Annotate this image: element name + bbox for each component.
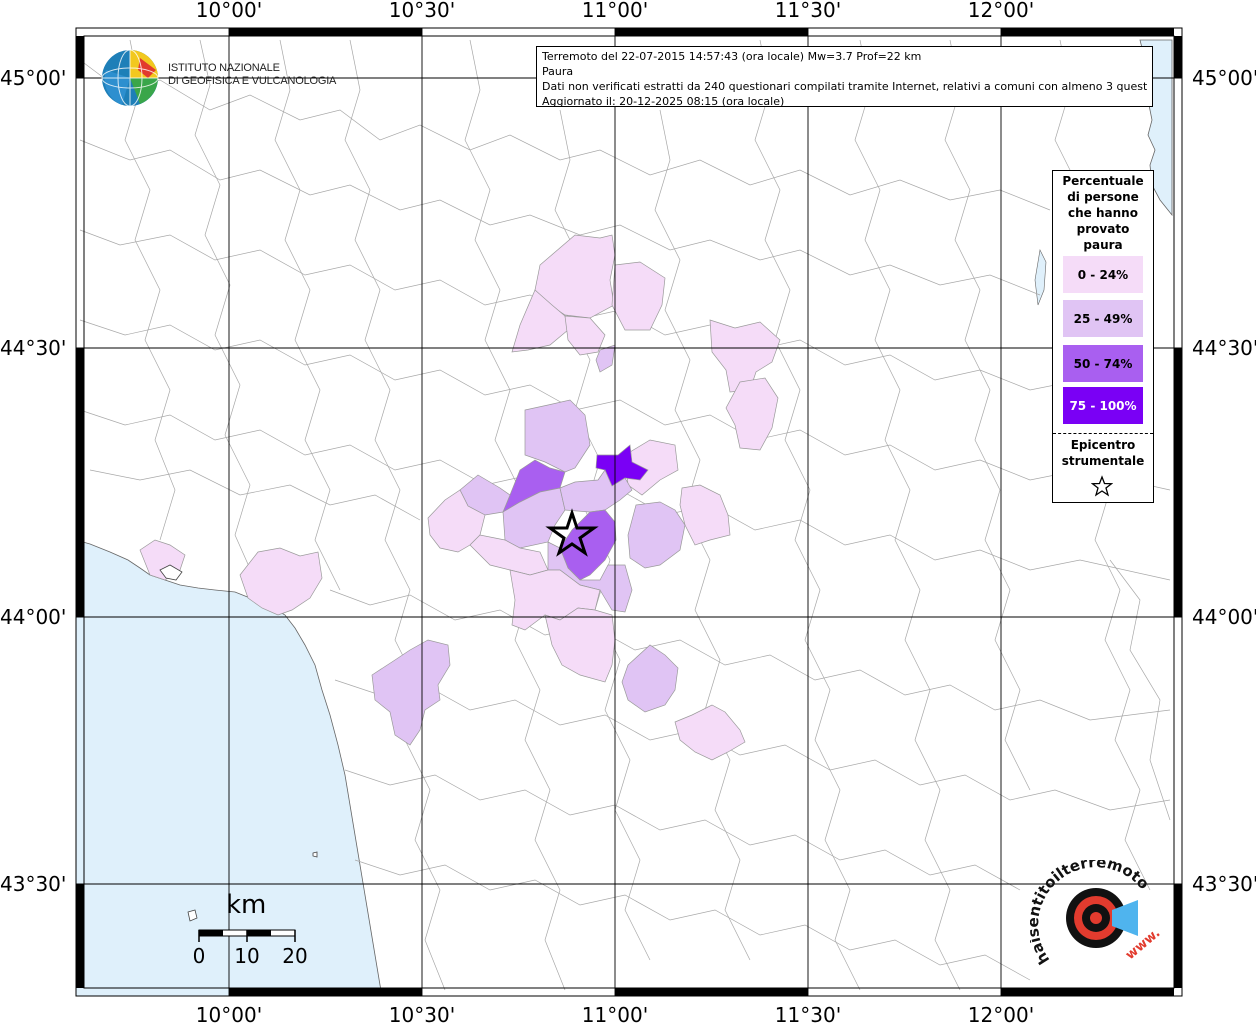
lon-label-top: 11°00' <box>581 0 649 22</box>
lat-label-left: 44°00' <box>0 605 67 629</box>
legend-class-label: 75 - 100% <box>1069 398 1137 413</box>
legend-title: Percentuale di persone che hanno provato… <box>1062 174 1144 252</box>
legend-class-3: 75 - 100% <box>1063 387 1143 424</box>
legend: Percentuale di persone che hanno provato… <box>1052 170 1154 503</box>
event-title: Terremoto del 22-07-2015 14:57:43 (ora l… <box>542 50 922 63</box>
scale-tick-label: 0 <box>192 944 206 968</box>
scale-tick-label: 20 <box>282 944 308 968</box>
lon-label-bottom: 10°00' <box>195 1003 263 1027</box>
institution-line: DI GEOFISICA E VULCANOLOGIA <box>168 75 337 87</box>
lon-label-top: 11°30' <box>774 0 842 22</box>
legend-class-label: 50 - 74% <box>1073 356 1133 371</box>
lon-label-top: 10°00' <box>195 0 263 22</box>
scale-tick-label: 10 <box>234 944 260 968</box>
institution-line: ISTITUTO NAZIONALE <box>168 62 280 74</box>
lat-label-right: 44°30' <box>1192 336 1256 360</box>
lat-label-right: 45°00' <box>1192 66 1256 90</box>
event-info-box: Terremoto del 22-07-2015 14:57:43 (ora l… <box>536 46 1153 108</box>
legend-divider <box>1053 433 1153 434</box>
lon-label-bottom: 10°30' <box>388 1003 456 1027</box>
legend-class-label: 25 - 49% <box>1073 311 1133 326</box>
seismograph-target-icon: haisentitoilterremoto.it www. <box>1030 860 1163 968</box>
lon-label-bottom: 11°00' <box>581 1003 649 1027</box>
legend-class-0: 0 - 24% <box>1063 256 1143 293</box>
legend-class-1: 25 - 49% <box>1063 300 1143 337</box>
lon-label-bottom: 12°00' <box>967 1003 1035 1027</box>
lat-label-left: 45°00' <box>0 66 67 90</box>
lat-label-left: 43°30' <box>0 872 67 896</box>
lat-label-right: 43°30' <box>1192 872 1256 896</box>
lat-label-left: 44°30' <box>0 336 67 360</box>
legend-class-label: 0 - 24% <box>1077 267 1129 282</box>
lon-label-bottom: 11°30' <box>774 1003 842 1027</box>
event-parameter: Paura <box>542 65 574 78</box>
event-data-note: Dati non verificati estratti da 240 ques… <box>542 80 1147 93</box>
legend-class-2: 50 - 74% <box>1063 345 1143 382</box>
institution-name: ISTITUTO NAZIONALE DI GEOFISICA E VULCAN… <box>168 62 336 88</box>
lon-label-top: 10°30' <box>388 0 456 22</box>
lon-label-top: 12°00' <box>967 0 1035 22</box>
lat-label-right: 44°00' <box>1192 605 1256 629</box>
scale-unit: km <box>226 890 267 920</box>
legend-epicenter-label: Epicentro strumentale <box>1061 438 1145 468</box>
star-outline-icon <box>1091 475 1113 497</box>
event-updated: Aggiornato il: 20-12-2025 08:15 (ora loc… <box>542 95 785 108</box>
